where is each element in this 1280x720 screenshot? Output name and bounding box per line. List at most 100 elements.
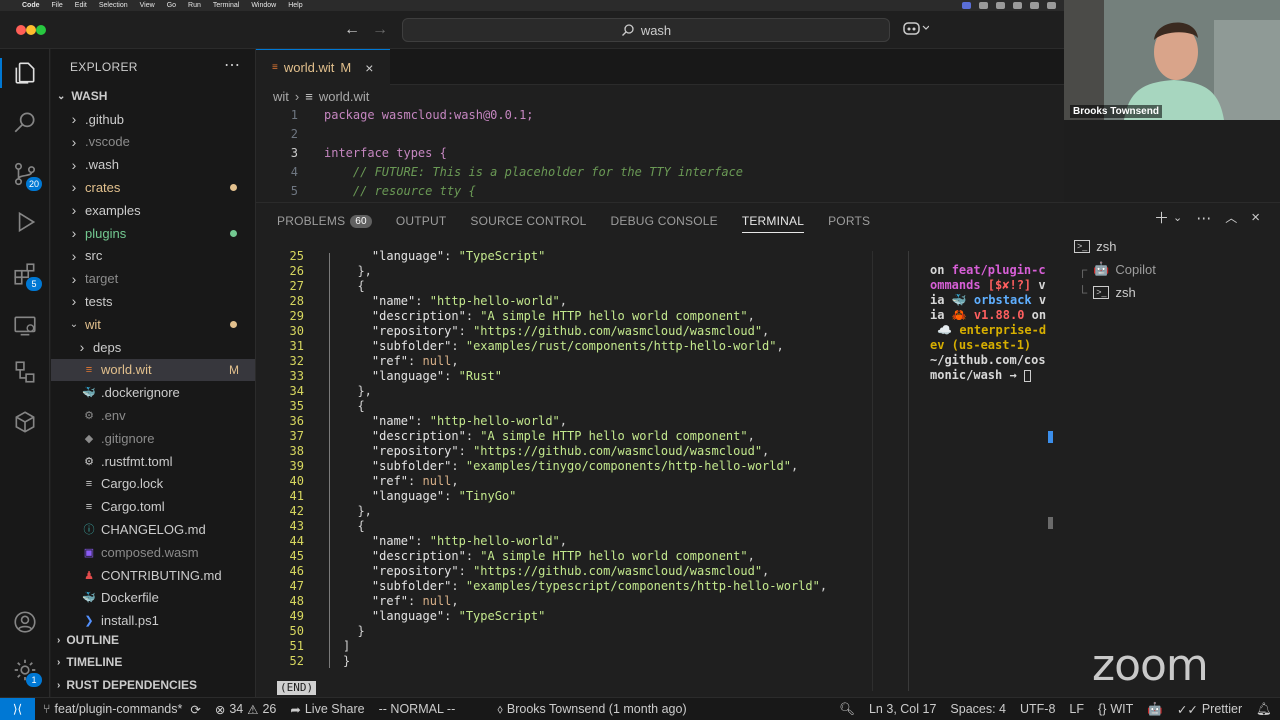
close-window-button[interactable] <box>16 25 26 35</box>
tree-folder-vscode[interactable]: › .vscode <box>51 131 255 153</box>
run-debug-icon[interactable] <box>10 207 40 237</box>
tab-debug-console[interactable]: DEBUG CONSOLE <box>611 209 718 233</box>
cursor-position[interactable]: Ln 3, Col 17 <box>869 702 936 716</box>
maximize-panel-icon[interactable]: ︿ <box>1225 209 1237 226</box>
account-icon[interactable] <box>10 607 40 637</box>
search-icon[interactable] <box>10 107 40 137</box>
status-battery-icon[interactable] <box>1013 2 1022 9</box>
tree-file-gitignore[interactable]: ◆ .gitignore <box>51 427 255 449</box>
containers-icon[interactable] <box>10 357 40 387</box>
menu-window[interactable]: Window <box>251 2 276 9</box>
tree-file-dockerfile[interactable]: 🐳 Dockerfile <box>51 587 255 609</box>
apple-icon[interactable] <box>6 2 14 10</box>
tree-file-composed-wasm[interactable]: ▣ composed.wasm <box>51 541 255 563</box>
code-line[interactable]: 4 // FUTURE: This is a placeholder for t… <box>256 165 1064 184</box>
tree-file-dockerignore[interactable]: 🐳 .dockerignore <box>51 382 255 404</box>
git-blame[interactable]: ⬨ Brooks Townsend (1 month ago) <box>497 702 686 717</box>
tree-folder-deps[interactable]: › deps <box>51 336 255 358</box>
more-actions-icon[interactable]: ⋯ <box>1196 209 1211 227</box>
zoom-icon[interactable]: 🔍︎ <box>839 702 855 717</box>
more-actions-icon[interactable]: ⋯ <box>224 55 240 75</box>
zoom-window-button[interactable] <box>36 25 46 35</box>
menu-code[interactable]: Code <box>22 2 40 9</box>
encoding[interactable]: UTF-8 <box>1020 702 1055 716</box>
status-cloud-icon[interactable] <box>979 2 988 9</box>
minimize-window-button[interactable] <box>26 25 36 35</box>
tree-folder-target[interactable]: › target <box>51 268 255 290</box>
extensions-icon[interactable]: 5 <box>10 259 42 291</box>
tree-folder-plugins[interactable]: › plugins <box>51 222 255 244</box>
tree-folder-wit[interactable]: ⌄ wit <box>51 313 255 335</box>
tree-file-changelog-md[interactable]: ⓘ CHANGELOG.md <box>51 518 255 540</box>
language-mode[interactable]: {} WIT <box>1098 702 1133 716</box>
code-line[interactable]: 3 interface types { <box>256 146 1064 165</box>
remote-explorer-icon[interactable] <box>10 311 40 341</box>
live-share-button[interactable]: ➦ Live Share <box>290 702 364 717</box>
tree-folder-github[interactable]: › .github <box>51 108 255 130</box>
tab-output[interactable]: OUTPUT <box>396 209 447 233</box>
indentation[interactable]: Spaces: 4 <box>950 702 1006 716</box>
copilot-menu-icon[interactable] <box>903 20 930 39</box>
rust-dependencies-section[interactable]: › RUST DEPENDENCIES <box>51 674 255 696</box>
menu-run[interactable]: Run <box>188 2 201 9</box>
code-line[interactable]: 1 package wasmcloud:wash@0.0.1; <box>256 108 1064 127</box>
terminal-item-copilot[interactable]: ┌ 🤖 Copilot <box>1078 258 1156 280</box>
tree-folder-src[interactable]: › src <box>51 245 255 267</box>
terminal-item-zsh-2[interactable]: └ >_ zsh <box>1078 281 1136 303</box>
terminal-scrollbar-track[interactable] <box>872 251 873 691</box>
menu-terminal[interactable]: Terminal <box>213 2 239 9</box>
breadcrumb-file[interactable]: world.wit <box>319 89 370 104</box>
workspace-root[interactable]: ⌄ WASH <box>57 89 107 103</box>
menu-selection[interactable]: Selection <box>99 2 128 9</box>
menu-go[interactable]: Go <box>167 2 176 9</box>
tree-folder-examples[interactable]: › examples <box>51 199 255 221</box>
code-line[interactable]: 5 // resource tty { <box>256 184 1064 203</box>
terminal-item-zsh[interactable]: >_ zsh <box>1074 235 1117 257</box>
tree-folder-crates[interactable]: › crates <box>51 176 255 198</box>
remote-indicator[interactable]: ⟩⟨ <box>0 698 35 720</box>
tree-file-contributing-md[interactable]: ♟ CONTRIBUTING.md <box>51 564 255 586</box>
source-control-icon[interactable]: 20 <box>10 159 42 191</box>
tree-file-env[interactable]: ⚙ .env <box>51 404 255 426</box>
tree-file-world-wit[interactable]: ≡ world.wit M <box>51 358 255 381</box>
outline-section[interactable]: › OUTLINE <box>51 629 255 651</box>
prettier-status[interactable]: ✓✓ Prettier <box>1177 702 1242 717</box>
status-app-icon[interactable] <box>962 2 971 9</box>
tab-world-wit[interactable]: ≡ world.wit M × <box>256 49 390 85</box>
status-control-center-icon[interactable] <box>1047 2 1056 9</box>
tab-source-control[interactable]: SOURCE CONTROL <box>470 209 586 233</box>
line-ending[interactable]: LF <box>1069 702 1084 716</box>
code-line[interactable]: 2 <box>256 127 1064 146</box>
tree-file-cargo-lock[interactable]: ≡ Cargo.lock <box>51 473 255 495</box>
close-panel-icon[interactable]: × <box>1251 209 1260 226</box>
git-branch[interactable]: ⑂ feat/plugin-commands* ⟳ <box>43 702 201 717</box>
menu-view[interactable]: View <box>140 2 155 9</box>
forward-arrow-icon[interactable]: → <box>372 21 388 39</box>
close-icon[interactable]: × <box>365 60 373 76</box>
tree-folder-wash[interactable]: › .wash <box>51 154 255 176</box>
tab-problems[interactable]: PROBLEMS 60 <box>277 209 372 233</box>
breadcrumb-folder[interactable]: wit <box>273 89 289 104</box>
chevron-down-icon[interactable]: ⌄ <box>1173 211 1182 224</box>
timeline-section[interactable]: › TIMELINE <box>51 651 255 673</box>
zoom-video-tile[interactable]: Brooks Townsend <box>1064 0 1280 120</box>
menu-edit[interactable]: Edit <box>75 2 87 9</box>
tree-file-cargo-toml[interactable]: ≡ Cargo.toml <box>51 496 255 518</box>
status-wifi-icon[interactable] <box>996 2 1005 9</box>
terminal-split-divider[interactable] <box>908 251 909 691</box>
manage-gear-icon[interactable]: 1 <box>10 655 42 687</box>
tree-folder-tests[interactable]: › tests <box>51 290 255 312</box>
menu-file[interactable]: File <box>52 2 63 9</box>
tab-terminal[interactable]: TERMINAL <box>741 209 805 233</box>
new-terminal-icon[interactable]: ＋ <box>1154 207 1169 228</box>
menu-help[interactable]: Help <box>288 2 302 9</box>
status-search-icon[interactable] <box>1030 2 1039 9</box>
docker-icon[interactable] <box>10 407 40 437</box>
back-arrow-icon[interactable]: ← <box>344 21 360 39</box>
explorer-icon[interactable] <box>0 58 40 88</box>
copilot-status[interactable]: 🤖 <box>1147 702 1163 717</box>
tab-ports[interactable]: PORTS <box>828 209 870 233</box>
notifications-bell[interactable]: 🔔︎ <box>1256 702 1272 717</box>
command-center-search[interactable]: wash <box>402 18 890 42</box>
tree-file-rustfmt-toml[interactable]: ⚙ .rustfmt.toml <box>51 450 255 472</box>
